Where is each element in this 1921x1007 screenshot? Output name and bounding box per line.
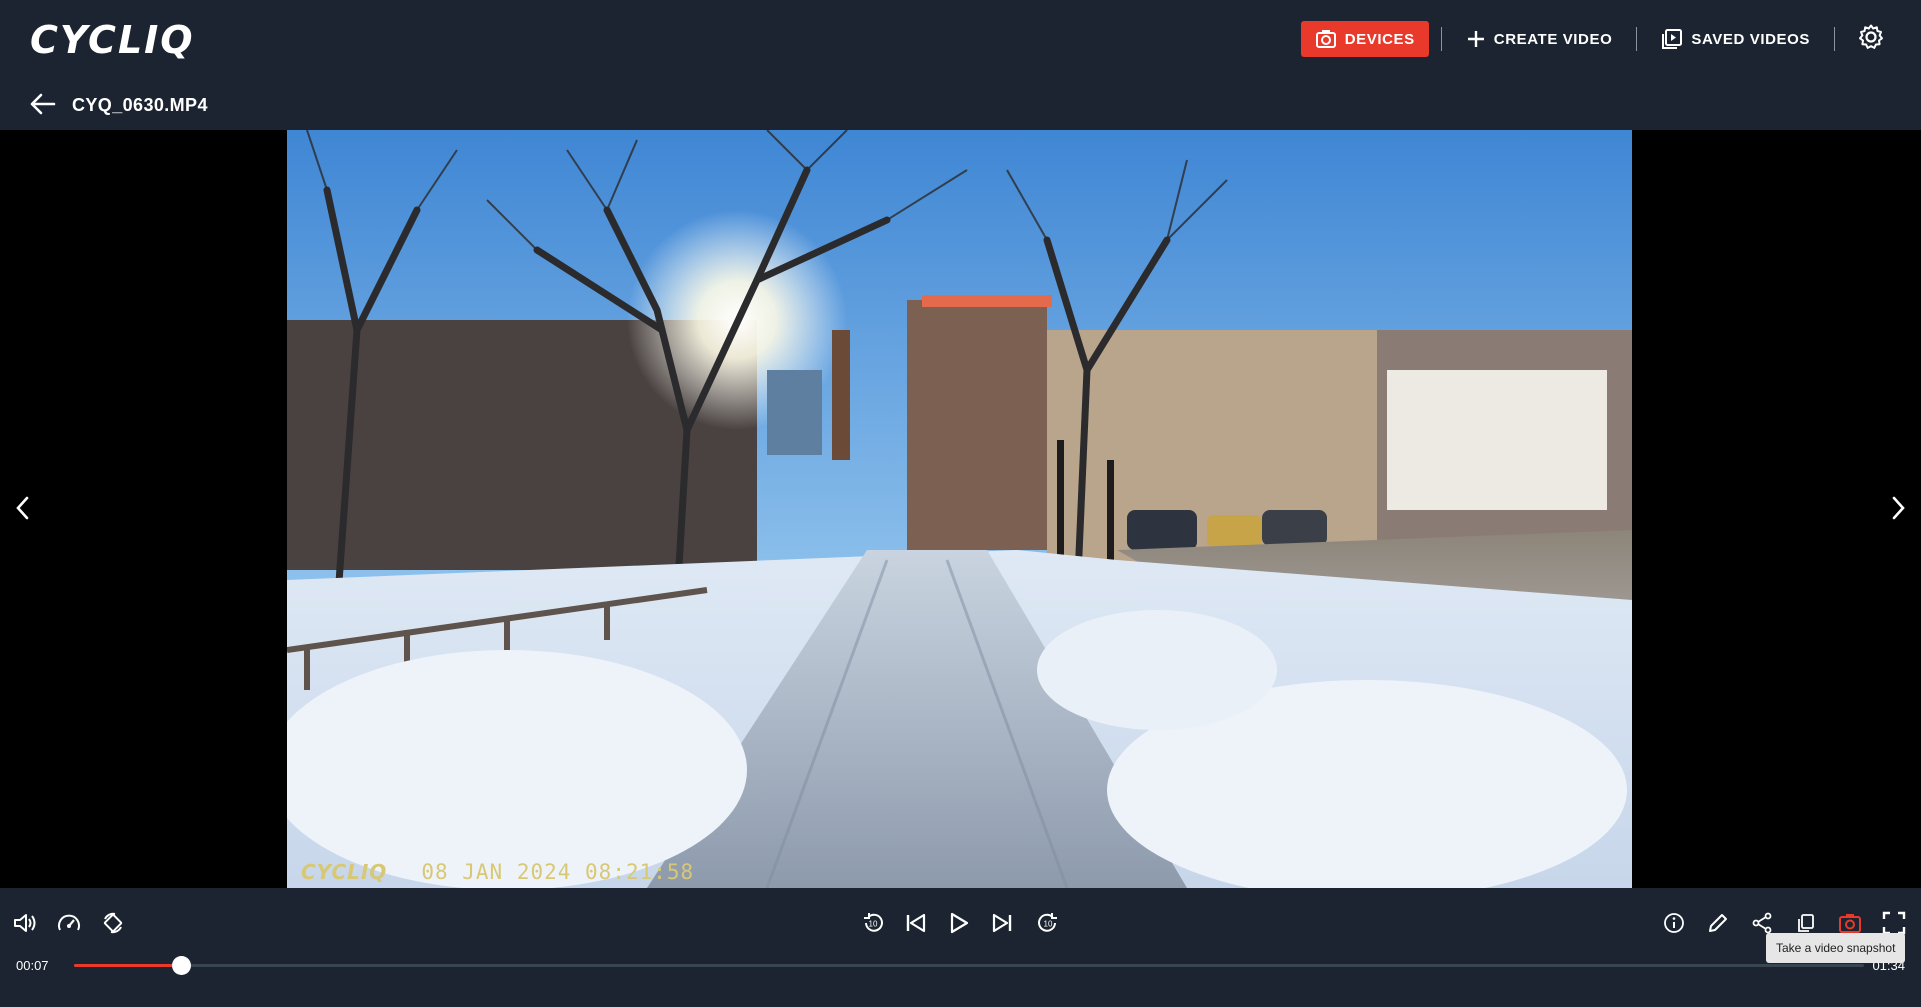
player-controls: 10 10 00:07 01:34 bbox=[0, 888, 1921, 1007]
playback-speed-button[interactable] bbox=[54, 908, 84, 938]
file-title-bar: CYQ_0630.MP4 bbox=[0, 78, 1921, 130]
play-button[interactable] bbox=[944, 908, 974, 938]
rewind-10-button[interactable]: 10 bbox=[858, 908, 888, 938]
top-nav: DEVICES CREATE VIDEO SAVED VIDEOS bbox=[1300, 20, 1891, 58]
camera-icon bbox=[1838, 912, 1862, 934]
overlay-logo: CYCLIQ bbox=[301, 860, 388, 884]
back-button[interactable] bbox=[28, 92, 56, 121]
app-header: CYCLIQ DEVICES CREATE VIDEO SAVED VIDEOS bbox=[0, 0, 1921, 78]
speedometer-icon bbox=[57, 912, 81, 934]
rotate-icon bbox=[101, 911, 125, 935]
nav-divider bbox=[1636, 27, 1638, 51]
file-name: CYQ_0630.MP4 bbox=[72, 95, 208, 115]
create-video-label: CREATE VIDEO bbox=[1493, 30, 1613, 48]
copy-icon bbox=[1795, 912, 1817, 934]
create-video-button[interactable]: CREATE VIDEO bbox=[1454, 21, 1625, 57]
play-icon bbox=[949, 912, 969, 934]
devices-label: DEVICES bbox=[1344, 30, 1415, 48]
saved-videos-label: SAVED VIDEOS bbox=[1691, 30, 1810, 48]
snapshot-tooltip: Take a video snapshot bbox=[1766, 933, 1906, 963]
share-icon bbox=[1751, 912, 1773, 934]
overlay-timestamp: 08 JAN 2024 08:21:58 bbox=[421, 860, 695, 884]
video-player[interactable]: CYCLIQ 08 JAN 2024 08:21:58 bbox=[0, 130, 1921, 888]
svg-text:10: 10 bbox=[1044, 920, 1053, 929]
gear-icon bbox=[1857, 23, 1885, 56]
next-video-button[interactable] bbox=[1891, 495, 1907, 526]
seek-bar-progress bbox=[74, 964, 182, 967]
skip-back-icon bbox=[905, 913, 927, 933]
chevron-right-icon bbox=[1891, 496, 1907, 525]
forward-10-icon: 10 bbox=[1036, 911, 1060, 935]
current-time: 00:07 bbox=[16, 958, 49, 973]
arrow-left-icon bbox=[28, 93, 56, 120]
rewind-10-icon: 10 bbox=[861, 911, 885, 935]
volume-button[interactable] bbox=[10, 908, 40, 938]
next-button[interactable] bbox=[987, 908, 1017, 938]
fullscreen-icon bbox=[1882, 911, 1906, 935]
video-scene bbox=[287, 130, 1632, 888]
nav-divider bbox=[1440, 27, 1442, 51]
plus-icon bbox=[1466, 29, 1486, 49]
devices-button[interactable]: DEVICES bbox=[1300, 21, 1429, 57]
seek-bar[interactable] bbox=[74, 956, 1864, 975]
camera-icon bbox=[1315, 29, 1337, 49]
svg-text:10: 10 bbox=[869, 920, 878, 929]
volume-icon bbox=[13, 912, 37, 934]
pencil-icon bbox=[1707, 912, 1729, 934]
saved-videos-button[interactable]: SAVED VIDEOS bbox=[1649, 21, 1822, 57]
previous-video-button[interactable] bbox=[14, 495, 30, 526]
info-icon bbox=[1663, 912, 1685, 934]
play-square-icon bbox=[1661, 28, 1683, 50]
skip-forward-icon bbox=[991, 913, 1013, 933]
previous-button[interactable] bbox=[901, 908, 931, 938]
edit-button[interactable] bbox=[1703, 908, 1733, 938]
chevron-left-icon bbox=[14, 496, 30, 525]
rotate-video-button[interactable] bbox=[98, 908, 128, 938]
video-frame[interactable]: CYCLIQ 08 JAN 2024 08:21:58 bbox=[287, 130, 1632, 888]
seek-bar-handle[interactable] bbox=[172, 956, 192, 975]
nav-divider bbox=[1834, 27, 1835, 51]
info-button[interactable] bbox=[1659, 908, 1689, 938]
video-overlay-stamp: CYCLIQ 08 JAN 2024 08:21:58 bbox=[301, 860, 694, 884]
settings-button[interactable] bbox=[1851, 21, 1891, 57]
forward-10-button[interactable]: 10 bbox=[1033, 908, 1063, 938]
cycliq-logo[interactable]: CYCLIQ bbox=[30, 18, 195, 62]
